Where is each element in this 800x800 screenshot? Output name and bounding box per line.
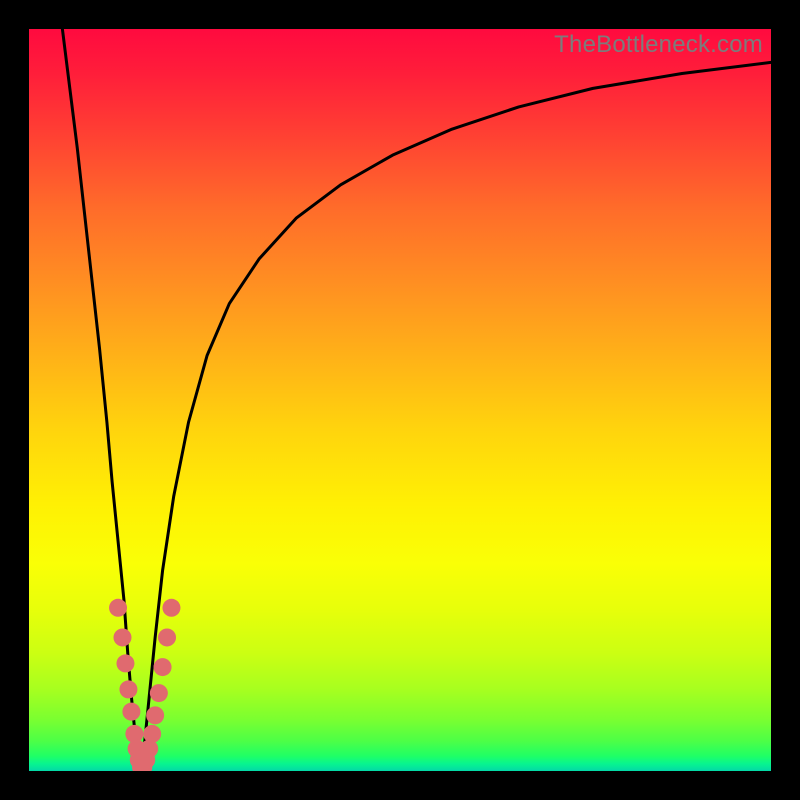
curve-right-branch [142, 62, 771, 771]
scatter-points [109, 599, 180, 771]
chart-frame: TheBottleneck.com [0, 0, 800, 800]
scatter-dot [162, 599, 180, 617]
chart-svg [29, 29, 771, 771]
scatter-dot [158, 628, 176, 646]
scatter-dot [113, 628, 131, 646]
scatter-dot [119, 680, 137, 698]
scatter-dot [140, 740, 158, 758]
watermark-text: TheBottleneck.com [554, 31, 763, 59]
scatter-dot [150, 684, 168, 702]
scatter-dot [109, 599, 127, 617]
scatter-dot [146, 706, 164, 724]
bottleneck-curve [62, 29, 771, 771]
scatter-dot [143, 725, 161, 743]
scatter-dot [154, 658, 172, 676]
scatter-dot [116, 654, 134, 672]
scatter-dot [122, 703, 140, 721]
plot-area: TheBottleneck.com [29, 29, 771, 771]
